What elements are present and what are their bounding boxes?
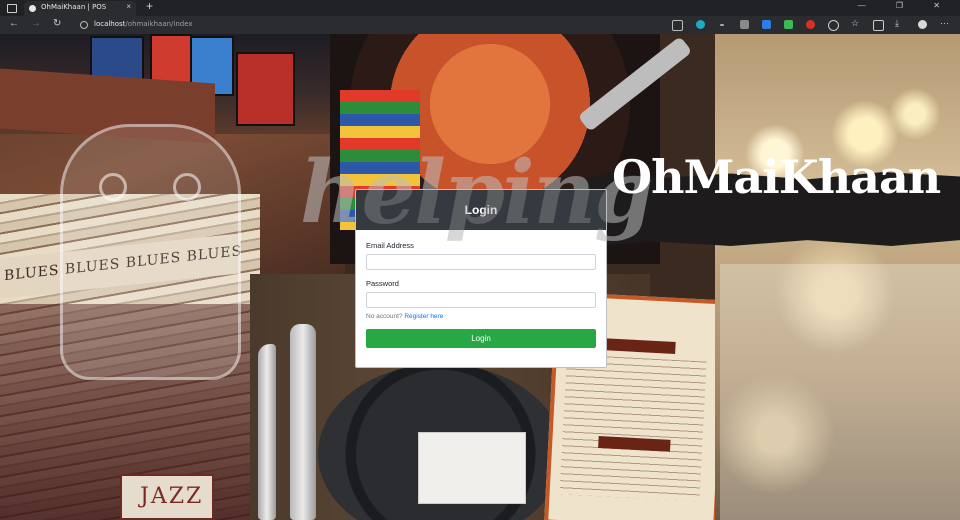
address-bar[interactable]: localhost/ohmaikhaan/index: [74, 18, 694, 32]
extension-icon[interactable]: [784, 20, 793, 29]
url-host: localhost: [94, 20, 126, 28]
arcade-cabinet: [236, 52, 295, 126]
tab-title: OhMaiKhaan | POS: [41, 3, 107, 11]
new-tab-button[interactable]: +: [146, 0, 153, 13]
email-field[interactable]: [366, 254, 596, 270]
password-field[interactable]: [366, 292, 596, 308]
url-path: /ohmaikhaan/index: [125, 20, 193, 28]
fork: [290, 324, 316, 520]
extension-icon[interactable]: [762, 20, 771, 29]
favorites-icon[interactable]: ☆: [851, 18, 859, 29]
login-form: Email Address Password No account? Regis…: [356, 230, 606, 348]
login-title: Login: [356, 190, 606, 230]
downloads-icon[interactable]: ⤓: [895, 18, 899, 29]
ghost-eye: [99, 173, 127, 201]
ghost-eye: [173, 173, 201, 201]
jazz-label: JAZZ: [140, 484, 204, 509]
read-aloud-icon[interactable]: [672, 20, 683, 31]
favicon-icon: [29, 5, 36, 12]
extension-icon[interactable]: [806, 20, 815, 29]
email-label: Email Address: [366, 241, 414, 250]
login-button[interactable]: Login: [366, 329, 596, 348]
register-prompt: No account? Register here: [366, 313, 596, 320]
napkin-card: [418, 432, 526, 504]
extension-dash-icon[interactable]: [720, 24, 724, 26]
site-info-icon[interactable]: [80, 21, 88, 29]
torn-paper-overlay: [720, 264, 960, 520]
browser-tab-bar: OhMaiKhaan | POS × + — ❐ ✕: [0, 0, 960, 16]
tab-close-icon[interactable]: ×: [126, 2, 131, 11]
url-text[interactable]: localhost/ohmaikhaan/index: [94, 20, 193, 28]
jazz-crate: JAZZ: [120, 474, 214, 520]
extension-icon[interactable]: [828, 20, 839, 31]
browser-tab[interactable]: OhMaiKhaan | POS ×: [24, 1, 136, 16]
password-label: Password: [366, 279, 399, 288]
no-account-text: No account?: [366, 313, 403, 320]
login-card: Login Email Address Password No account?…: [355, 189, 607, 368]
collections-icon[interactable]: [873, 20, 884, 31]
register-link[interactable]: Register here: [404, 313, 443, 320]
menu-heading-bar: [603, 338, 676, 354]
window-controls[interactable]: — ❐ ✕: [858, 1, 954, 10]
tab-actions-icon[interactable]: [7, 4, 17, 13]
brand-logo: OhMaiKhaan: [612, 150, 941, 204]
reload-icon[interactable]: ↻: [53, 18, 61, 29]
forward-icon[interactable]: →: [31, 18, 41, 29]
browser-toolbar: ← → ↻ localhost/ohmaikhaan/index ☆ ⤓ ···: [0, 16, 960, 34]
knife: [258, 344, 276, 520]
ghost-doodle: [60, 124, 241, 380]
extension-icon[interactable]: [696, 20, 705, 29]
profile-avatar[interactable]: [918, 20, 927, 29]
more-menu-icon[interactable]: ···: [940, 18, 949, 28]
extension-icon[interactable]: [740, 20, 749, 29]
back-icon[interactable]: ←: [9, 18, 19, 29]
menu-lines: [559, 354, 707, 502]
